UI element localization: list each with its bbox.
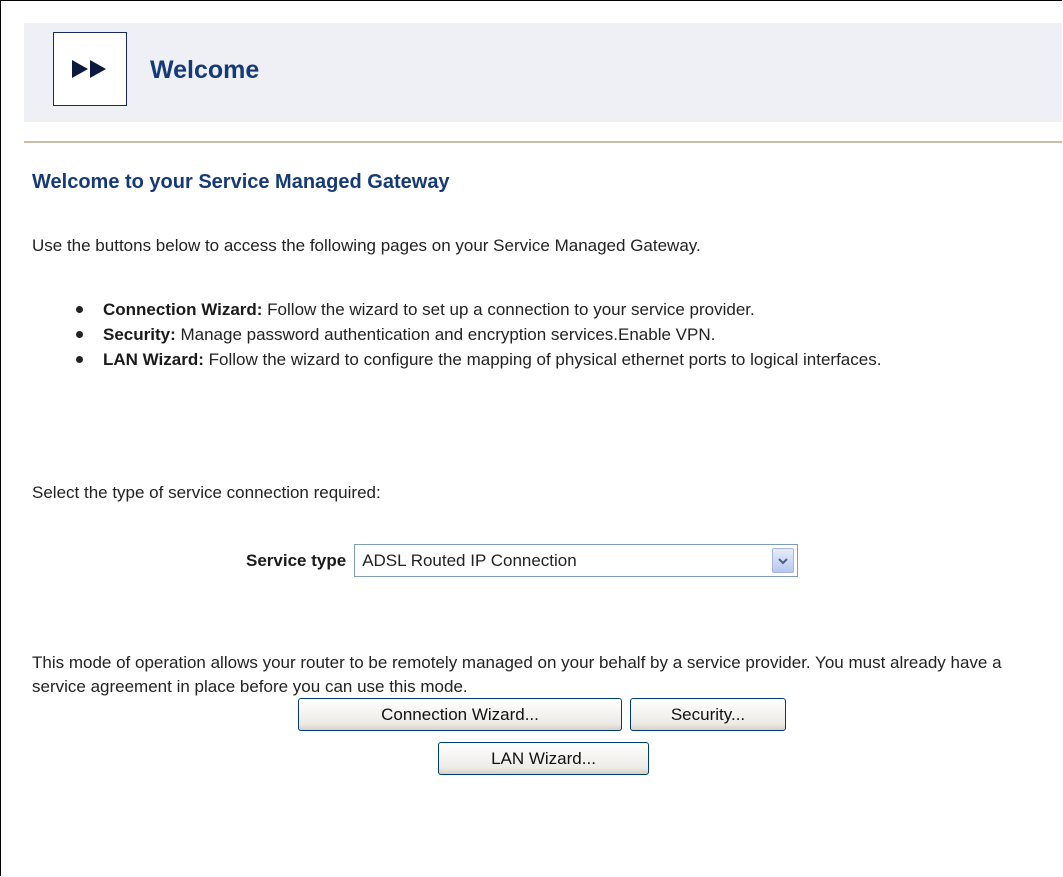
service-type-label: Service type bbox=[246, 550, 347, 570]
service-type-value: ADSL Routed IP Connection bbox=[362, 550, 577, 570]
service-type-row: Service type ADSL Routed IP Connection bbox=[246, 544, 799, 577]
connection-wizard-button[interactable]: Connection Wizard... bbox=[298, 698, 622, 731]
chevron-down-icon[interactable] bbox=[772, 548, 795, 573]
bullet-text: Follow the wizard to set up a connection… bbox=[262, 300, 755, 319]
intro-text: Use the buttons below to access the foll… bbox=[32, 236, 701, 255]
list-item: LAN Wizard: Follow the wizard to configu… bbox=[32, 347, 1062, 372]
security-button[interactable]: Security... bbox=[630, 698, 786, 731]
page-frame: Welcome Welcome to your Service Managed … bbox=[0, 0, 1062, 876]
header-band: Welcome bbox=[24, 23, 1062, 122]
service-prompt: Select the type of service connection re… bbox=[32, 483, 381, 502]
bullet-term: LAN Wizard: bbox=[103, 350, 204, 369]
service-type-select[interactable]: ADSL Routed IP Connection bbox=[354, 544, 799, 577]
mode-description: This mode of operation allows your route… bbox=[32, 653, 1002, 696]
page-title: Welcome to your Service Managed Gateway bbox=[32, 171, 450, 193]
lan-wizard-button[interactable]: LAN Wizard... bbox=[438, 742, 649, 775]
header-title: Welcome bbox=[150, 56, 260, 84]
fast-forward-icon bbox=[53, 32, 127, 106]
bullet-icon bbox=[76, 356, 83, 363]
feature-list: Connection Wizard: Follow the wizard to … bbox=[32, 297, 1062, 372]
bullet-icon bbox=[76, 306, 83, 313]
bullet-term: Connection Wizard: bbox=[103, 300, 263, 319]
list-item: Connection Wizard: Follow the wizard to … bbox=[32, 297, 1062, 322]
bullet-text: Follow the wizard to configure the mappi… bbox=[203, 350, 882, 369]
bullet-text: Manage password authentication and encry… bbox=[175, 325, 716, 344]
divider bbox=[24, 141, 1062, 143]
bullet-icon bbox=[76, 331, 83, 338]
list-item: Security: Manage password authentication… bbox=[32, 322, 1062, 347]
bullet-term: Security: bbox=[103, 325, 176, 344]
